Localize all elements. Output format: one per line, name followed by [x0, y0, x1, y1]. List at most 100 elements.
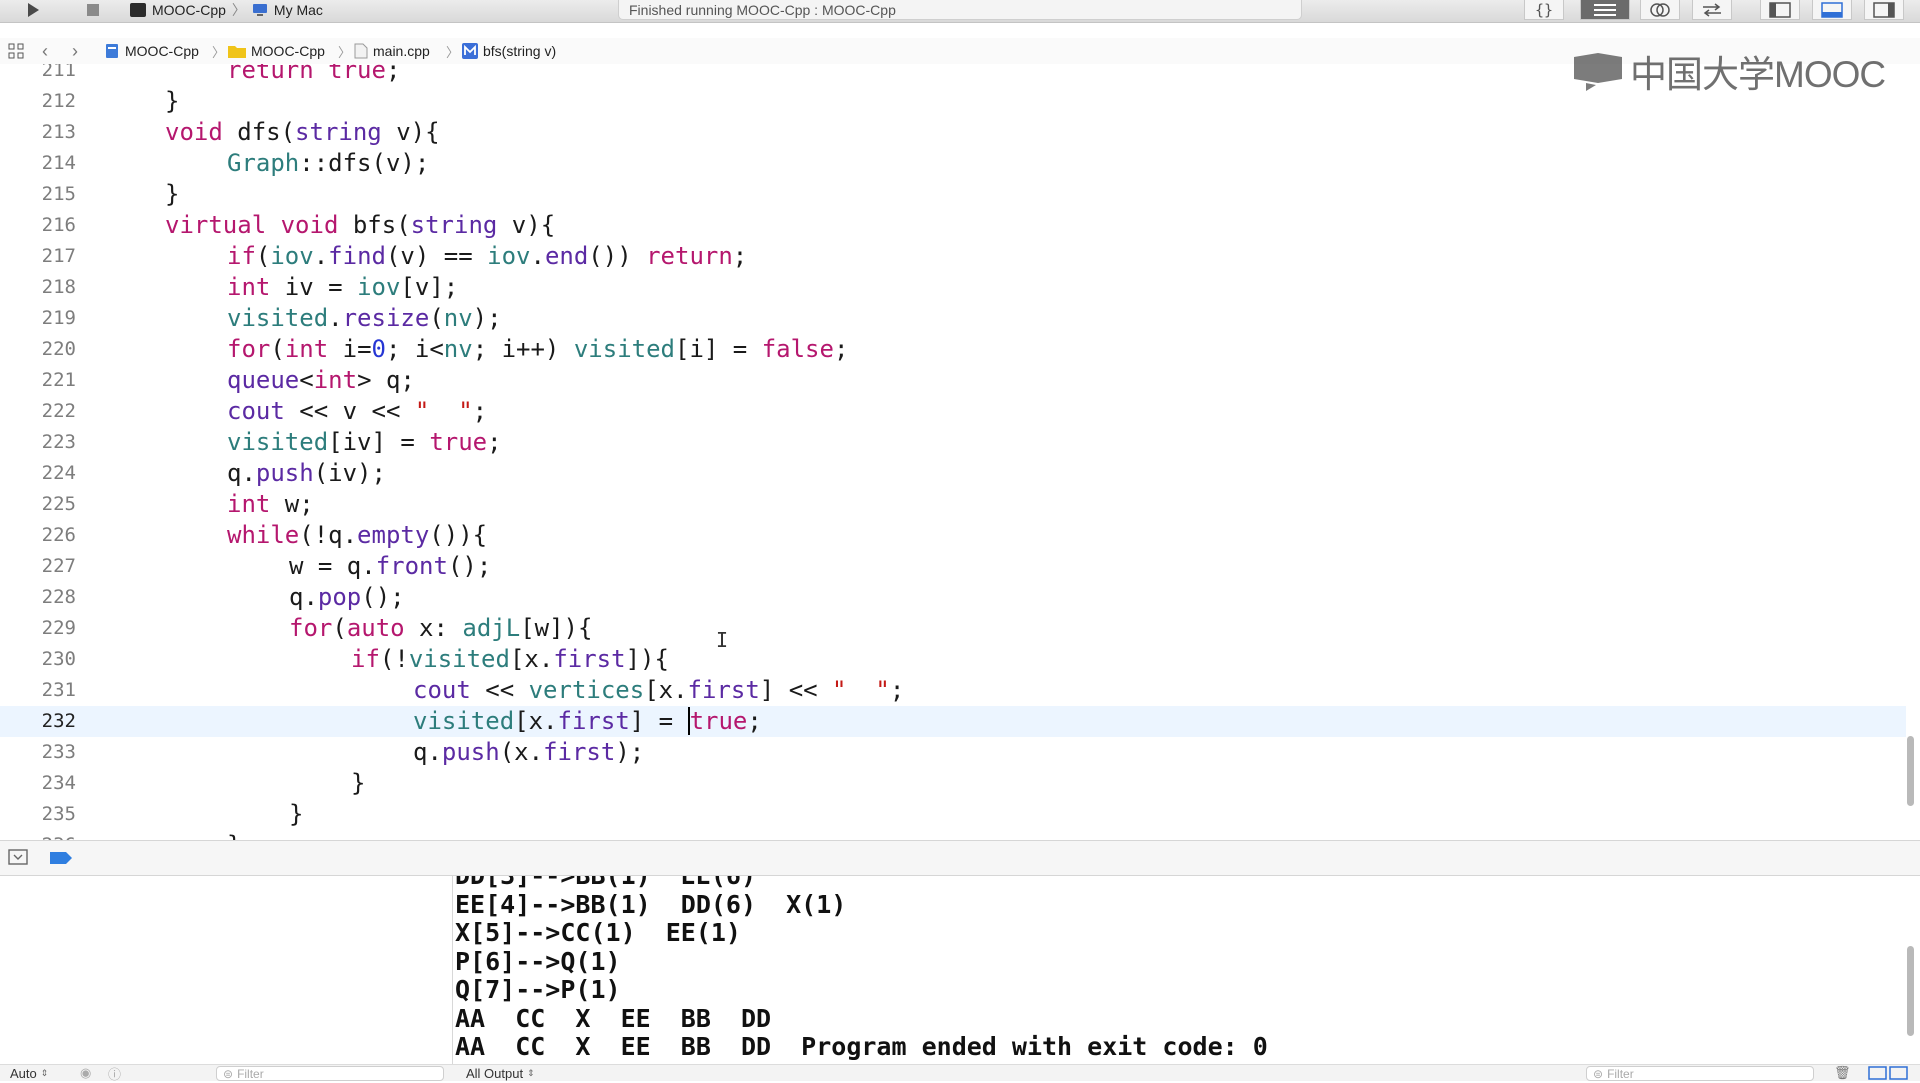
quicklook-button[interactable]: ◉ — [80, 1065, 91, 1081]
code-line[interactable]: 230 if(!visited[x.first]){ — [0, 644, 1906, 675]
line-number: 213 — [41, 121, 76, 143]
console-scrollbar[interactable] — [1907, 946, 1914, 1036]
variables-view[interactable] — [0, 876, 453, 1080]
toggle-debug-area-button[interactable] — [1812, 0, 1852, 20]
back-button[interactable]: ‹ — [42, 38, 48, 64]
code-line[interactable]: 214 Graph::dfs(v); — [0, 148, 1906, 179]
code-text: } — [165, 180, 180, 208]
code-line[interactable]: 234} — [0, 768, 1906, 799]
code-text: q.push(iv); — [227, 459, 386, 487]
code-line[interactable]: 229 for(auto x: adjL[w]){ — [0, 613, 1906, 644]
filter-icon: ⊜ — [223, 1066, 234, 1081]
stop-icon — [87, 4, 99, 16]
source-editor[interactable]: 211 return true; 212} 213 void dfs(string v)… — [0, 64, 1920, 840]
watermark-text: 中国大学MOOC — [1630, 54, 1886, 95]
toggle-utilities-button[interactable] — [1864, 0, 1904, 20]
line-number: 221 — [41, 369, 76, 391]
output-mode-select[interactable]: All Output ⇕ — [466, 1065, 535, 1081]
code-line[interactable]: 224 q.push(iv); — [0, 458, 1906, 489]
mooc-logo-icon — [1574, 53, 1622, 91]
code-line[interactable]: 225 int w; — [0, 489, 1906, 520]
code-text: queue<int> q; — [227, 366, 415, 394]
eye-icon: ◉ — [80, 1065, 92, 1080]
toggle-navigator-button[interactable] — [1760, 0, 1800, 20]
code-text: Graph::dfs(v); — [227, 149, 430, 177]
hide-debug-area-button[interactable] — [8, 849, 28, 870]
split-panels-icon — [1868, 1066, 1908, 1080]
code-line[interactable]: 235} — [0, 799, 1906, 830]
code-line[interactable]: 215} — [0, 179, 1906, 210]
code-line[interactable]: 232 visited[x.first] = true; — [0, 706, 1906, 737]
code-text: for(int i=0; i<nv; i++) visited[i] = fal… — [227, 335, 849, 363]
breadcrumb-file[interactable]: main.cpp — [354, 38, 430, 64]
code-text: } — [289, 800, 304, 828]
collapse-panel-icon — [8, 849, 28, 865]
terminal-icon — [130, 3, 146, 17]
split-view-button[interactable] — [1868, 1065, 1908, 1081]
code-line[interactable]: 233 q.push(x.first); — [0, 737, 1906, 768]
code-line[interactable]: 213 void dfs(string v){ — [0, 117, 1906, 148]
assistant-editor-button[interactable] — [1640, 0, 1680, 20]
related-items-button[interactable] — [8, 38, 24, 64]
stop-button[interactable] — [76, 0, 110, 20]
scheme-selector[interactable]: MOOC-Cpp 〉 My Mac — [130, 0, 323, 20]
breadcrumb-separator: 〉 — [446, 44, 460, 60]
filter-placeholder: Filter — [237, 1066, 264, 1081]
version-editor-button[interactable] — [1692, 0, 1732, 20]
chevron-left-icon: ‹ — [42, 40, 48, 61]
lines-icon — [1594, 3, 1616, 16]
line-number: 235 — [41, 803, 76, 825]
line-number: 211 — [41, 64, 76, 81]
print-description-button[interactable]: ⓘ — [108, 1065, 121, 1082]
line-number: 228 — [41, 586, 76, 608]
status-text: Finished running MOOC-Cpp : MOOC-Cpp — [629, 1, 896, 18]
variables-filter-field[interactable]: ⊜ Filter — [216, 1066, 444, 1081]
grid-icon — [8, 43, 24, 59]
debug-area: DD[3]-->BB(1) EE(6)EE[4]-->BB(1) DD(6) X… — [0, 876, 1920, 1080]
editor-scrollbar[interactable] — [1907, 736, 1914, 806]
destination-name: My Mac — [273, 2, 323, 18]
code-line[interactable]: 228 q.pop(); — [0, 582, 1906, 613]
standard-editor-button[interactable] — [1580, 0, 1630, 20]
forward-button[interactable]: › — [72, 38, 78, 64]
console-output[interactable]: DD[3]-->BB(1) EE(6)EE[4]-->BB(1) DD(6) X… — [453, 876, 1920, 1080]
activity-status: Finished running MOOC-Cpp : MOOC-Cpp — [618, 0, 1302, 20]
breadcrumb-separator: 〉 — [338, 44, 352, 60]
code-line[interactable]: 223 visited[iv] = true; — [0, 427, 1906, 458]
code-line[interactable]: 227 w = q.front(); — [0, 551, 1906, 582]
line-number: 230 — [41, 648, 76, 670]
code-text: w = q.front(); — [289, 552, 492, 580]
line-number: 220 — [41, 338, 76, 360]
code-line[interactable]: 222 cout << v << " "; — [0, 396, 1906, 427]
clear-console-button[interactable]: 🗑 — [1834, 1065, 1851, 1081]
breakpoints-toggle[interactable] — [50, 851, 72, 869]
cpp-file-icon — [354, 43, 368, 59]
i-beam-cursor-icon: I — [716, 628, 729, 652]
breadcrumb-label: main.cpp — [373, 43, 430, 59]
code-line[interactable]: 226 while(!q.empty()){ — [0, 520, 1906, 551]
code-line[interactable]: 218 int iv = iov[v]; — [0, 272, 1906, 303]
run-button[interactable] — [16, 0, 50, 20]
code-line[interactable]: 231 cout << vertices[x.first] << " "; — [0, 675, 1906, 706]
code-line[interactable]: 219 visited.resize(nv); — [0, 303, 1906, 334]
breadcrumb-method[interactable]: bfs(string v) — [462, 38, 556, 64]
code-line[interactable]: 236} — [0, 830, 1906, 840]
breadcrumb-folder[interactable]: MOOC-Cpp — [228, 38, 325, 64]
output-mode-label: All Output — [466, 1065, 524, 1081]
code-line[interactable]: 217 if(iov.find(v) == iov.end()) return; — [0, 241, 1906, 272]
code-snippet-button[interactable]: {} — [1524, 0, 1564, 20]
variables-mode-select[interactable]: Auto ⇕ — [10, 1065, 48, 1081]
breadcrumb-label: MOOC-Cpp — [125, 43, 199, 59]
line-number: 222 — [41, 400, 76, 422]
code-line[interactable]: 216 virtual void bfs(string v){ — [0, 210, 1906, 241]
code-line[interactable]: 220 for(int i=0; i<nv; i++) visited[i] = … — [0, 334, 1906, 365]
breadcrumb-project[interactable]: MOOC-Cpp — [104, 38, 199, 64]
code-text: } — [227, 830, 241, 840]
console-filter-field[interactable]: ⊜ Filter — [1586, 1066, 1814, 1081]
line-number: 219 — [41, 307, 76, 329]
mac-icon — [252, 4, 267, 16]
line-number: 231 — [41, 679, 76, 701]
code-line[interactable]: 221 queue<int> q; — [0, 365, 1906, 396]
line-number: 224 — [41, 462, 76, 484]
breadcrumb-label: MOOC-Cpp — [251, 43, 325, 59]
